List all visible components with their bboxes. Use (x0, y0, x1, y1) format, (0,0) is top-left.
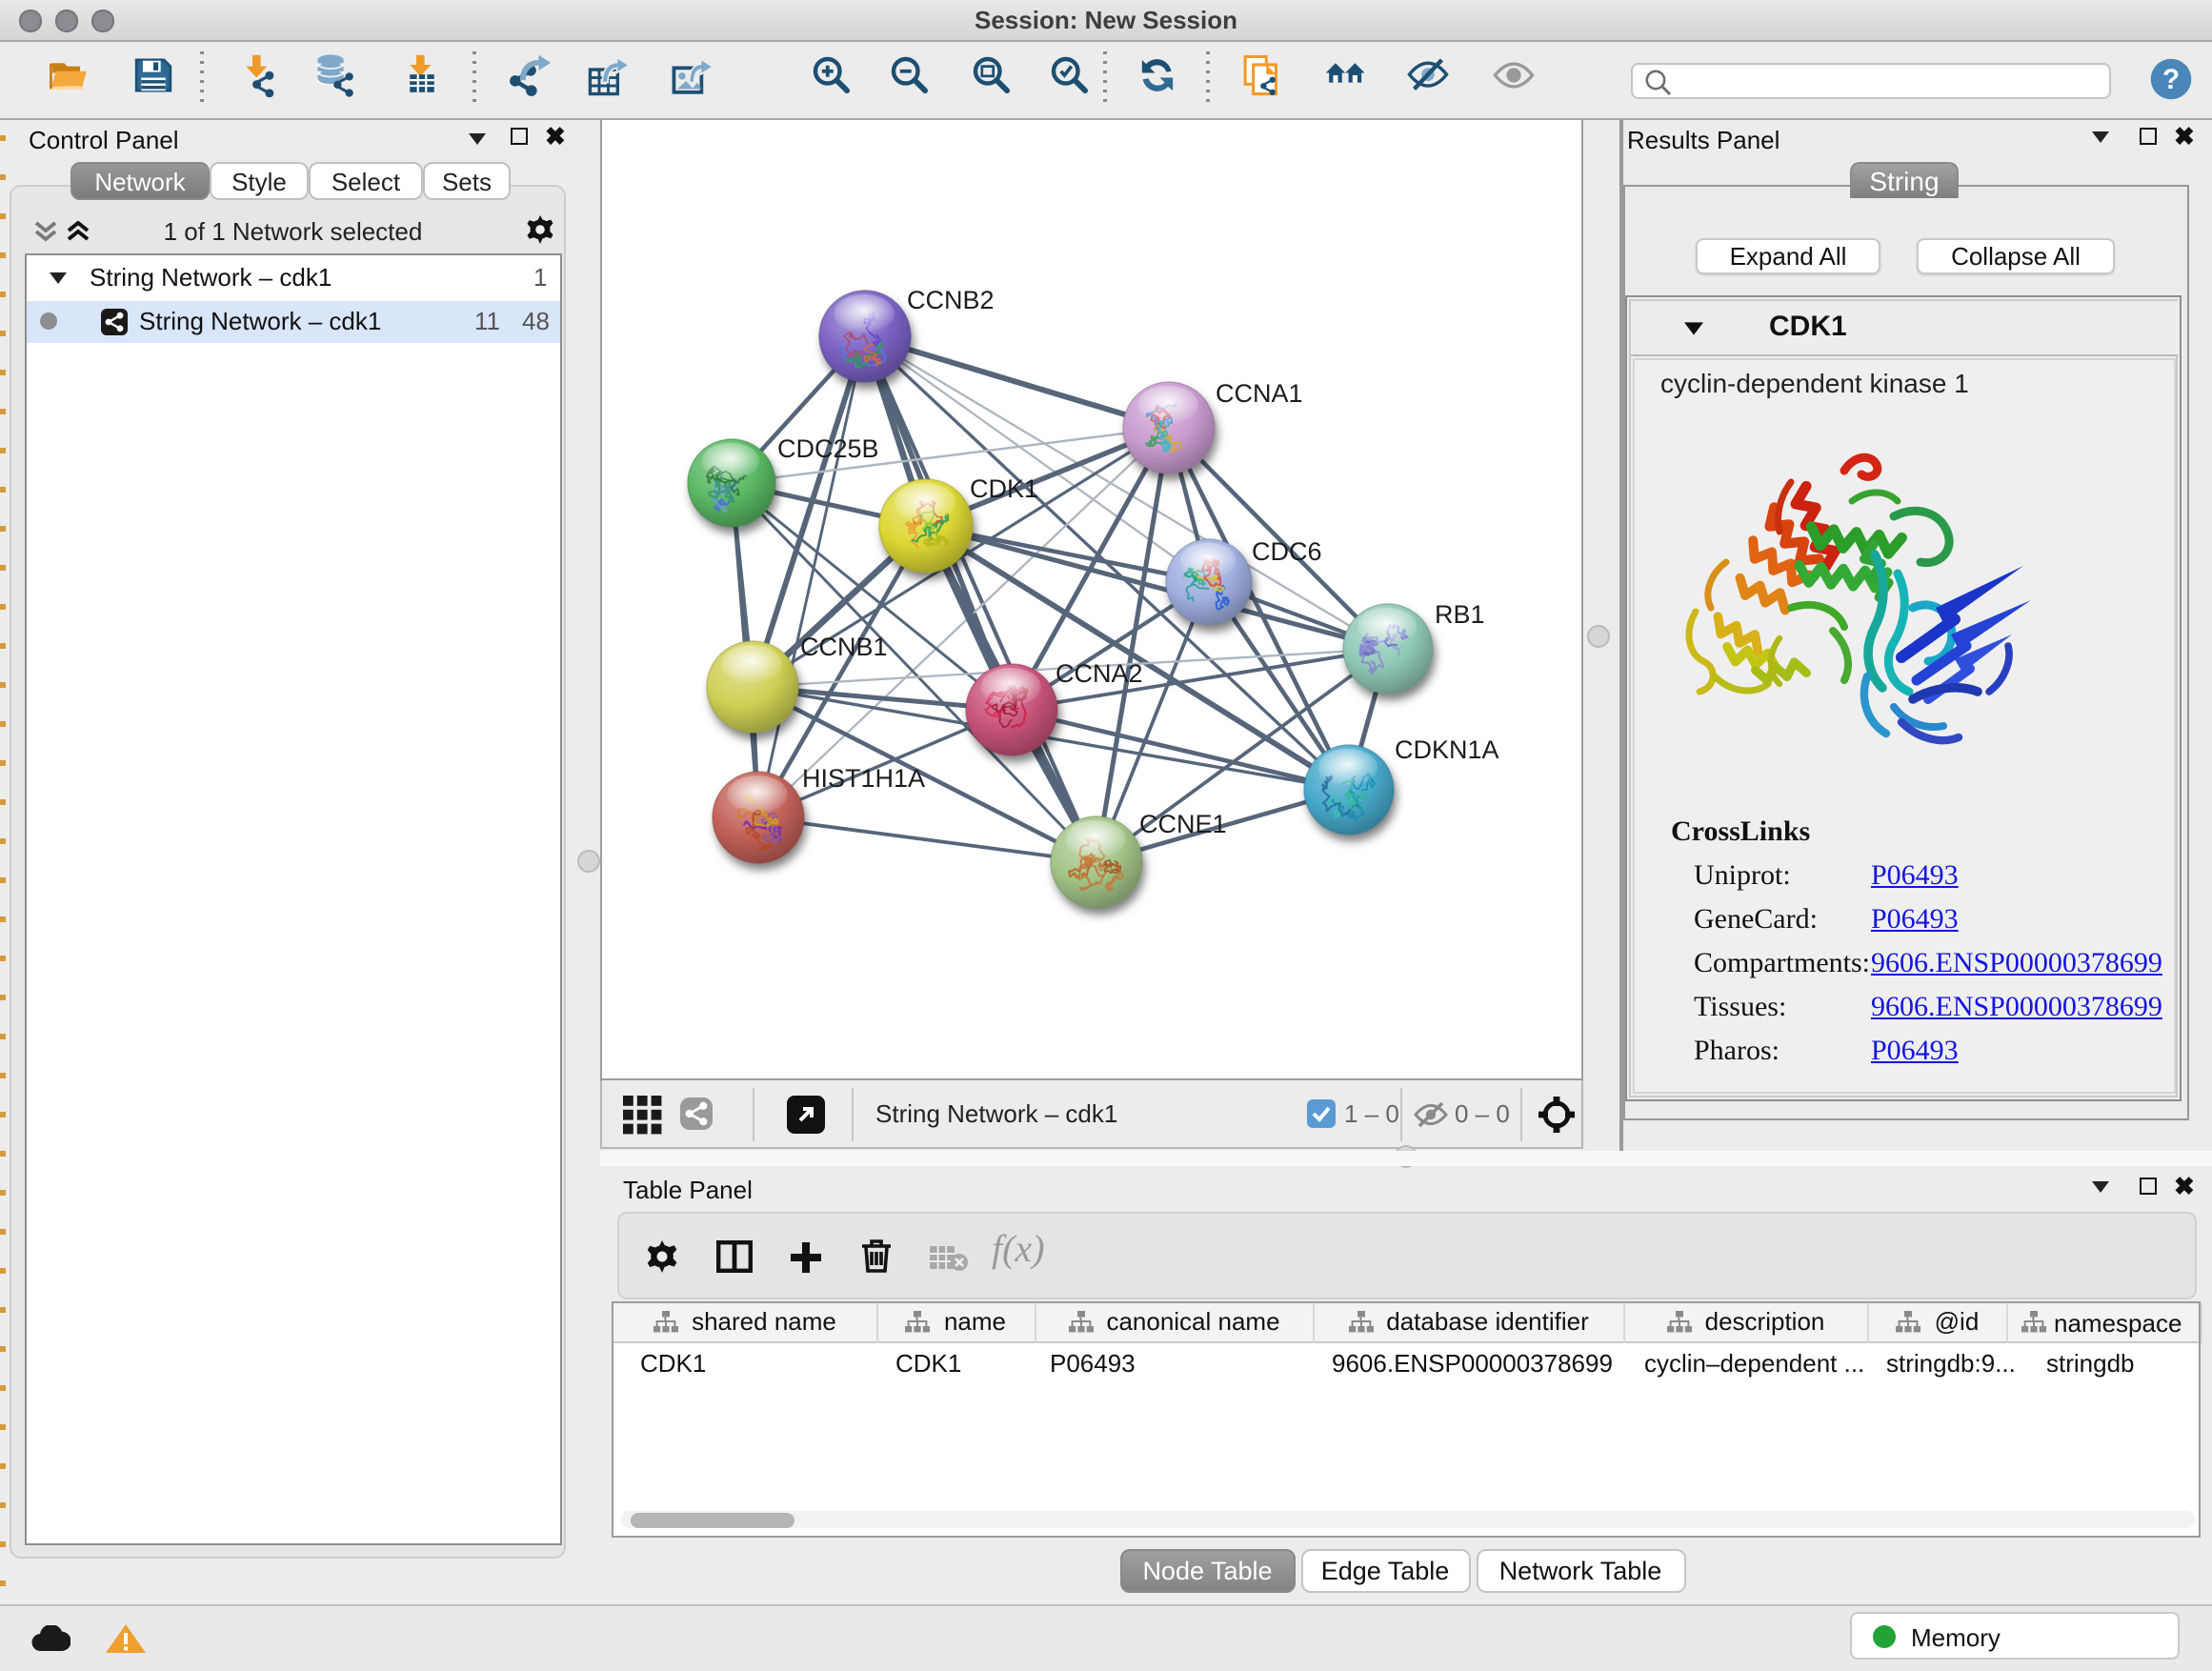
svg-text:CDC6: CDC6 (1251, 536, 1321, 565)
svg-text:RB1: RB1 (1434, 599, 1484, 628)
svg-text:CDC25B: CDC25B (776, 433, 878, 462)
svg-text:?: ? (2162, 63, 2180, 94)
svg-text:CCNE1: CCNE1 (1138, 809, 1226, 837)
svg-text:CCNA2: CCNA2 (1055, 658, 1142, 687)
svg-text:CDK1: CDK1 (969, 473, 1037, 502)
svg-text:CCNB2: CCNB2 (906, 285, 994, 313)
svg-text:CDKN1A: CDKN1A (1394, 735, 1498, 763)
svg-text:HIST1H1A: HIST1H1A (801, 763, 924, 792)
svg-text:CCNA1: CCNA1 (1215, 378, 1302, 407)
svg-text:CCNB1: CCNB1 (799, 632, 887, 660)
